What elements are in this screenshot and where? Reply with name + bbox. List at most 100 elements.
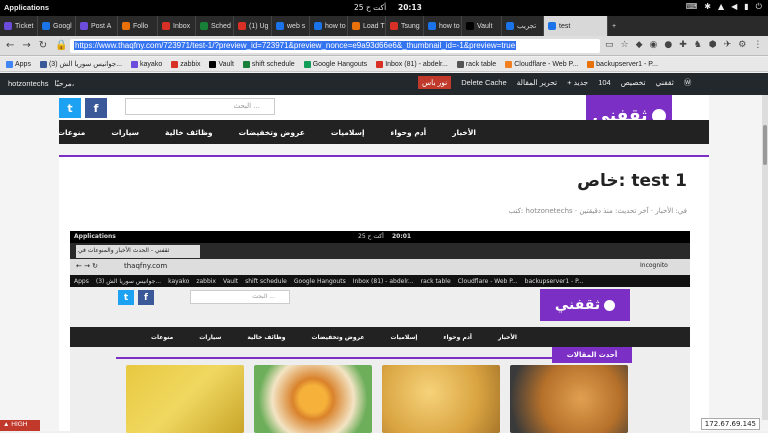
reload-icon[interactable]: ↻ — [39, 40, 47, 51]
bookmark-item[interactable]: kayako — [131, 60, 163, 68]
tab-10[interactable]: Tsung — [386, 16, 424, 36]
tab-9[interactable]: Load T — [348, 16, 386, 36]
keyboard-icon[interactable]: ⌨ — [686, 2, 698, 12]
search-input[interactable]: البحث ... — [125, 98, 275, 115]
bookmark-item[interactable]: Google Hangouts — [303, 60, 367, 68]
tab-11[interactable]: how to — [424, 16, 462, 36]
nav-item-0[interactable]: الأخبار — [439, 128, 489, 137]
tab-label: (1) Ug — [249, 22, 269, 30]
tab-favicon-icon — [122, 22, 130, 30]
user-name[interactable]: hotzontechs — [8, 79, 48, 88]
customize-link[interactable]: تخصيص — [621, 78, 646, 87]
tab-1[interactable]: Googl — [38, 16, 76, 36]
tab-12[interactable]: Vault — [462, 16, 502, 36]
url-input[interactable]: https://www.thaqfny.com/723971/test-1/?p… — [70, 39, 600, 53]
scrollbar-thumb[interactable] — [763, 125, 767, 165]
power-menu-icon[interactable]: ⏻ — [756, 2, 762, 12]
bookmark-label: kayako — [140, 60, 163, 68]
tab-favicon-icon — [314, 22, 322, 30]
tab-favicon-icon — [4, 22, 12, 30]
tab-favicon-icon — [548, 22, 556, 30]
volume-icon[interactable]: ◀ — [731, 2, 737, 12]
bookmark-icon — [303, 60, 311, 68]
bookmark-label: rack table — [465, 60, 497, 68]
battery-icon[interactable]: ▮ — [744, 2, 748, 12]
extension-icon[interactable]: ⚙ — [738, 40, 746, 50]
delete-cache-link[interactable]: Delete Cache — [461, 78, 506, 87]
new-tab-button[interactable]: + — [608, 16, 628, 36]
inner-tab-strip: ثقفني - الحدث الأخبار والمنوعات في — [70, 243, 690, 259]
bookmark-item[interactable]: zabbix — [171, 60, 200, 68]
extension-icon[interactable]: ✈ — [724, 40, 732, 50]
star-icon[interactable]: ☆ — [621, 40, 629, 50]
extension-icon[interactable]: ⬢ — [709, 40, 717, 50]
twitter-icon[interactable]: t — [59, 98, 81, 118]
cast-icon[interactable]: ▭ — [605, 40, 614, 50]
inner-facebook-icon: f — [138, 290, 154, 305]
bookmark-icon — [505, 60, 513, 68]
nav-item-4[interactable]: وظائف خالية — [152, 128, 226, 137]
os-date: 25 أكت ح — [354, 3, 387, 12]
new-content-link[interactable]: + جديد — [567, 78, 588, 87]
tab-0[interactable]: Ticket — [0, 16, 38, 36]
tab-13[interactable]: تجريب — [502, 16, 544, 36]
bookmark-item[interactable]: Vault — [209, 60, 234, 68]
tab-label: Googl — [53, 22, 72, 30]
tab-7[interactable]: web s — [272, 16, 310, 36]
bookmark-item[interactable]: Apps — [6, 60, 31, 68]
tab-label: Post A — [91, 22, 112, 30]
tab-3[interactable]: Follo — [118, 16, 158, 36]
tab-label: Vault — [477, 22, 493, 30]
wordpress-icon[interactable]: Ⓦ — [684, 77, 692, 88]
extension-icon[interactable]: ♞ — [694, 40, 702, 50]
tab-8[interactable]: how to — [310, 16, 348, 36]
os-time[interactable]: 20:13 — [398, 3, 422, 12]
bookmark-item[interactable]: backupserver1 - P... — [587, 60, 658, 68]
article-thumbnail — [510, 365, 628, 433]
tab-2[interactable]: Post A — [76, 16, 118, 36]
network-icon[interactable]: ▲ — [718, 2, 724, 12]
site-name-link[interactable]: ثقفني — [656, 78, 674, 87]
publish-button[interactable]: نور باس — [418, 76, 452, 89]
page-scrollbar[interactable] — [762, 95, 768, 420]
bookmark-item[interactable]: Inbox (81) - abdelr... — [376, 60, 448, 68]
bookmark-item[interactable]: Cloudflare - Web P... — [505, 60, 578, 68]
status-badge: ▲ HIGH — [0, 420, 40, 431]
latest-articles-heading: أحدث المقالات — [552, 347, 632, 363]
activities-label[interactable]: Applications — [4, 3, 49, 12]
tab-5[interactable]: Sched — [196, 16, 234, 36]
bookmark-item[interactable]: rack table — [456, 60, 497, 68]
inner-incognito: Incognito — [640, 262, 668, 269]
bookmark-item[interactable]: (3) جوانيس سوريا الش... — [39, 60, 123, 68]
extension-icon[interactable]: ◆ — [636, 40, 643, 50]
tab-14[interactable]: test — [544, 16, 608, 36]
warning-icon: ▲ — [3, 421, 12, 428]
extension-icon[interactable]: ◉ — [650, 40, 658, 50]
bookmark-icon — [6, 60, 13, 68]
menu-icon[interactable]: ⋮ — [753, 40, 762, 50]
inner-nav-item-2: إسلاميات — [390, 333, 418, 341]
forward-icon[interactable]: → — [22, 40, 30, 51]
tab-6[interactable]: (1) Ug — [234, 16, 272, 36]
nav-item-6[interactable]: منوعات — [44, 128, 98, 137]
bluetooth-icon[interactable]: ✱ — [704, 2, 711, 12]
nav-item-5[interactable]: سيارات — [98, 128, 152, 137]
bookmark-item[interactable]: shift schedule — [242, 60, 295, 68]
facebook-icon[interactable]: f — [85, 98, 107, 118]
tab-label: Ticket — [15, 22, 34, 30]
bookmark-label: (3) جوانيس سوريا الش... — [48, 61, 123, 68]
extension-icon[interactable]: ✚ — [679, 40, 687, 50]
extension-icon[interactable]: ● — [664, 40, 672, 50]
inner-search-placeholder: البحث ... — [252, 293, 275, 300]
main-nav: الأخبار أدم وحواء إسلاميات عروض وتخفيضات وظا… — [57, 120, 709, 144]
nav-item-2[interactable]: إسلاميات — [318, 128, 378, 137]
bookmark-icon — [242, 60, 250, 68]
tab-4[interactable]: Inbox — [158, 16, 196, 36]
back-icon[interactable]: ← — [6, 40, 14, 51]
greeting: مرحبًا، — [54, 79, 75, 88]
secure-lock-icon[interactable]: 🔒 — [55, 40, 67, 51]
nav-item-1[interactable]: أدم وحواء — [378, 128, 440, 137]
edit-post-link[interactable]: تحرير المقالة — [517, 78, 557, 87]
comments-count[interactable]: 104 — [598, 78, 611, 87]
nav-item-3[interactable]: عروض وتخفيضات — [226, 128, 318, 137]
